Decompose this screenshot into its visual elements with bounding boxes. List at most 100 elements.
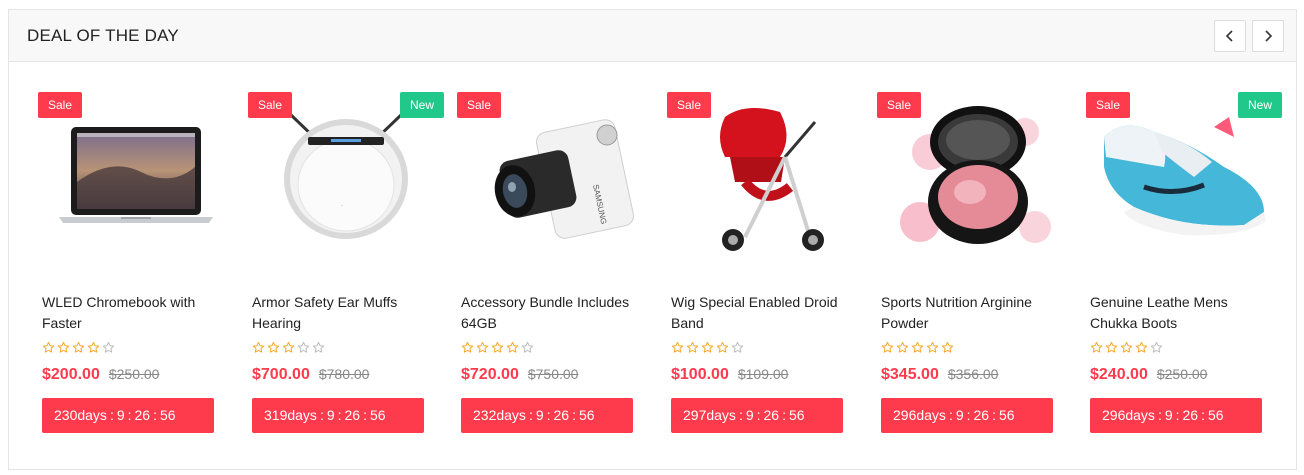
star-filled-icon xyxy=(926,341,939,353)
new-badge: New xyxy=(399,92,444,118)
countdown-hours: 9 xyxy=(745,407,754,423)
laptop-image[interactable] xyxy=(51,122,221,232)
rating-stars xyxy=(881,341,954,357)
product-name-link[interactable]: WLED Chromebook with Faster xyxy=(42,292,222,334)
star-empty-icon xyxy=(731,341,744,353)
countdown-separator: : xyxy=(948,407,953,423)
countdown-separator: : xyxy=(992,407,996,423)
old-price: $250.00 xyxy=(108,366,160,382)
countdown-hours: 9 xyxy=(955,407,964,423)
countdown-timer: 319days:9:26:56 xyxy=(252,398,424,433)
star-filled-icon xyxy=(671,341,684,353)
camera-image[interactable]: SAMSUNG xyxy=(475,107,635,247)
countdown-days: 319days xyxy=(264,407,317,423)
countdown-seconds: 56 xyxy=(578,407,595,423)
star-filled-icon xyxy=(252,341,265,353)
star-filled-icon xyxy=(686,341,699,353)
price-row: $700.00 $780.00 xyxy=(252,366,369,384)
carousel-next-button[interactable] xyxy=(1252,20,1284,52)
star-filled-icon xyxy=(72,341,85,353)
sale-badge: Sale xyxy=(38,92,83,118)
star-filled-icon xyxy=(491,341,504,353)
countdown-separator: : xyxy=(756,407,761,423)
countdown-timer: 296days:9:26:56 xyxy=(1090,398,1262,433)
svg-text:·: · xyxy=(341,203,343,209)
product-card[interactable]: Sale Wig Special Enabled Droid Band $100… xyxy=(667,82,863,442)
current-price: $700.00 xyxy=(252,366,310,383)
countdown-days: 296days xyxy=(893,407,946,423)
sneaker-image[interactable] xyxy=(1094,107,1274,247)
old-price: $356.00 xyxy=(947,366,999,382)
product-card[interactable]: Sale New Genuine Leathe Mens Chukka Boot… xyxy=(1086,82,1282,442)
sale-badge: Sale xyxy=(877,92,922,118)
countdown-seconds: 56 xyxy=(159,407,176,423)
chevron-left-icon xyxy=(1225,30,1233,42)
countdown-seconds: 56 xyxy=(369,407,386,423)
countdown-separator: : xyxy=(1157,407,1162,423)
countdown-separator: : xyxy=(337,407,342,423)
countdown-days: 297days xyxy=(683,407,736,423)
countdown-timer: 296days:9:26:56 xyxy=(881,398,1053,433)
rating-stars xyxy=(671,341,744,357)
star-filled-icon xyxy=(1090,341,1103,353)
star-empty-icon xyxy=(1150,341,1163,353)
product-name-link[interactable]: Genuine Leathe Mens Chukka Boots xyxy=(1090,292,1270,334)
star-filled-icon xyxy=(282,341,295,353)
countdown-separator: : xyxy=(572,407,576,423)
rating-stars xyxy=(252,341,325,357)
current-price: $100.00 xyxy=(671,366,729,383)
product-card[interactable]: SAMSUNG Sale Accessory Bundle Includes 6… xyxy=(457,82,653,442)
star-empty-icon xyxy=(521,341,534,353)
countdown-separator: : xyxy=(1175,407,1180,423)
star-empty-icon xyxy=(102,341,115,353)
carousel-prev-button[interactable] xyxy=(1214,20,1246,52)
star-filled-icon xyxy=(911,341,924,353)
price-row: $200.00 $250.00 xyxy=(42,366,159,384)
price-row: $345.00 $356.00 xyxy=(881,366,998,384)
countdown-separator: : xyxy=(363,407,367,423)
product-name-link[interactable]: Sports Nutrition Arginine Powder xyxy=(881,292,1061,334)
star-empty-icon xyxy=(297,341,310,353)
countdown-minutes: 26 xyxy=(344,407,361,423)
countdown-hours: 9 xyxy=(116,407,125,423)
countdown-separator: : xyxy=(782,407,786,423)
rating-stars xyxy=(461,341,534,357)
countdown-days: 230days xyxy=(54,407,107,423)
current-price: $240.00 xyxy=(1090,366,1148,383)
price-row: $100.00 $109.00 xyxy=(671,366,788,384)
product-name-link[interactable]: Wig Special Enabled Droid Band xyxy=(671,292,851,334)
countdown-hours: 9 xyxy=(535,407,544,423)
rating-stars xyxy=(1090,341,1163,357)
product-card[interactable]: · Sale New Armor Safety Ear Muffs Hearin… xyxy=(248,82,444,442)
product-card[interactable]: Sale WLED Chromebook with Faster $200.00… xyxy=(38,82,234,442)
product-name-link[interactable]: Accessory Bundle Includes 64GB xyxy=(461,292,641,334)
star-filled-icon xyxy=(87,341,100,353)
price-row: $240.00 $250.00 xyxy=(1090,366,1207,384)
countdown-minutes: 26 xyxy=(134,407,151,423)
countdown-days: 296days xyxy=(1102,407,1155,423)
countdown-seconds: 56 xyxy=(998,407,1015,423)
countdown-separator: : xyxy=(153,407,157,423)
star-filled-icon xyxy=(881,341,894,353)
countdown-minutes: 26 xyxy=(553,407,570,423)
stroller-image[interactable] xyxy=(685,97,845,257)
star-filled-icon xyxy=(701,341,714,353)
robot-vacuum-image[interactable]: · xyxy=(261,107,431,247)
product-name-link[interactable]: Armor Safety Ear Muffs Hearing xyxy=(252,292,432,334)
chevron-right-icon xyxy=(1265,30,1273,42)
old-price: $109.00 xyxy=(737,366,789,382)
old-price: $750.00 xyxy=(527,366,579,382)
star-filled-icon xyxy=(1135,341,1148,353)
star-filled-icon xyxy=(941,341,954,353)
section-title: DEAL OF THE DAY xyxy=(27,26,179,45)
star-filled-icon xyxy=(476,341,489,353)
panel-header: DEAL OF THE DAY xyxy=(9,10,1296,62)
current-price: $200.00 xyxy=(42,366,100,383)
star-filled-icon xyxy=(506,341,519,353)
star-filled-icon xyxy=(461,341,474,353)
star-filled-icon xyxy=(267,341,280,353)
product-card[interactable]: Sale Sports Nutrition Arginine Powder $3… xyxy=(877,82,1073,442)
countdown-minutes: 26 xyxy=(1182,407,1199,423)
rating-stars xyxy=(42,341,115,357)
price-row: $720.00 $750.00 xyxy=(461,366,578,384)
